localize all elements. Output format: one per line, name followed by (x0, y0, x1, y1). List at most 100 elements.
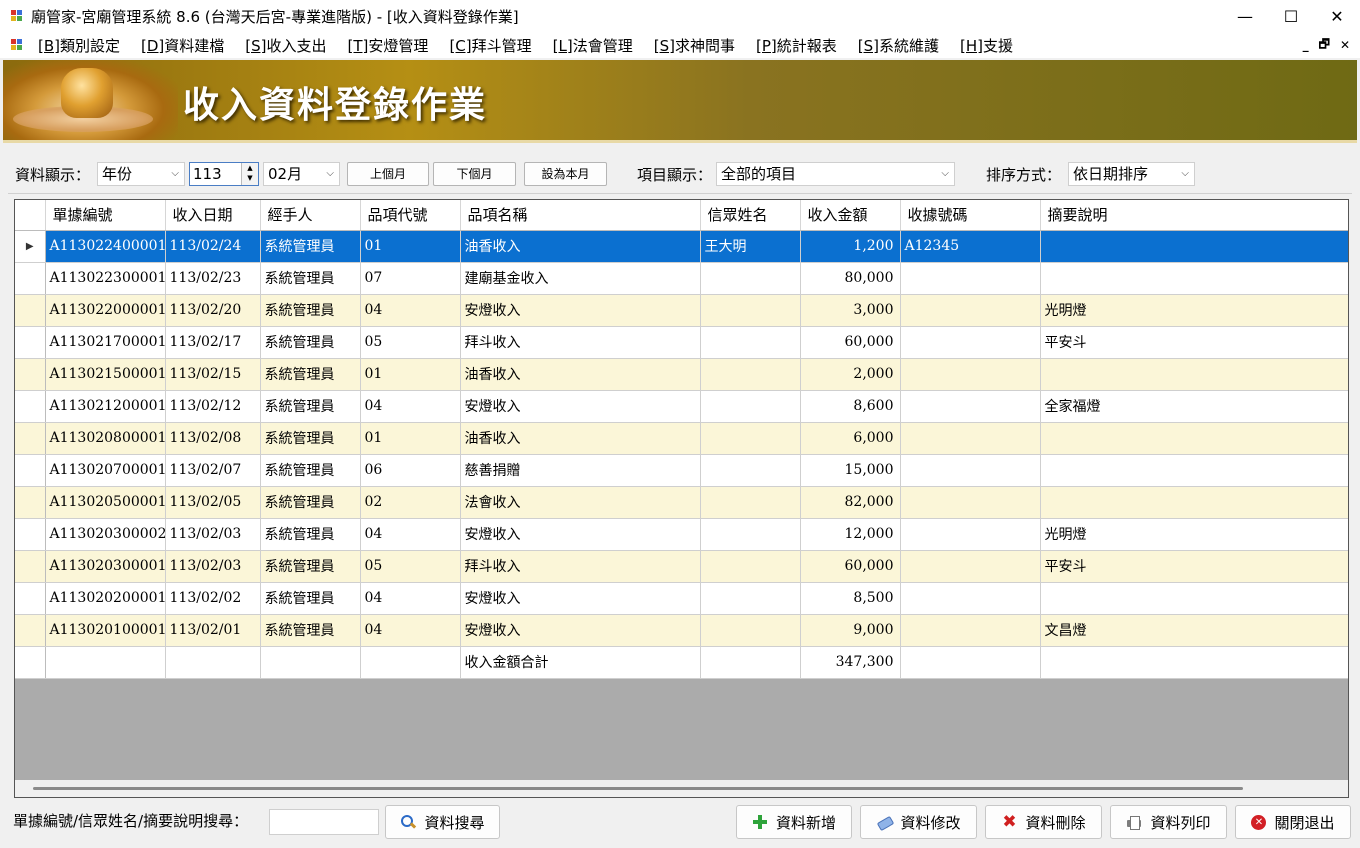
cell-name[interactable]: 油香收入 (460, 358, 701, 391)
row-header[interactable] (15, 390, 46, 423)
close-button[interactable]: ✕ (1314, 0, 1360, 32)
column-header[interactable]: 經手人 (260, 200, 361, 231)
cell-id[interactable]: A113020800001 (45, 422, 166, 455)
cell-date[interactable]: 113/02/05 (165, 486, 261, 519)
cell-receipt[interactable] (900, 454, 1041, 487)
maximize-button[interactable]: ☐ (1268, 0, 1314, 32)
menu-system-maintenance[interactable]: [S]系統維護 (858, 35, 939, 56)
menu-support[interactable]: [H]支援 (960, 35, 1013, 56)
mdi-child-icon[interactable] (11, 39, 23, 51)
next-month-button[interactable]: 下個月 (433, 162, 516, 186)
cell-name[interactable]: 安燈收入 (460, 294, 701, 327)
cell-handler[interactable]: 系統管理員 (260, 518, 361, 551)
cell-handler[interactable]: 系統管理員 (260, 294, 361, 327)
horizontal-scrollbar[interactable] (15, 780, 1348, 797)
column-header[interactable]: 收據號碼 (900, 200, 1041, 231)
cell-donor[interactable]: 王大明 (700, 230, 801, 263)
cell-handler[interactable]: 系統管理員 (260, 358, 361, 391)
menu-divination[interactable]: [S]求神問事 (654, 35, 735, 56)
cell-code[interactable]: 01 (360, 422, 461, 455)
cell-handler[interactable]: 系統管理員 (260, 454, 361, 487)
mdi-minimize-button[interactable]: _ (1303, 38, 1309, 52)
cell-note[interactable]: 光明燈 (1040, 294, 1348, 327)
row-header[interactable] (15, 486, 46, 519)
cell-date[interactable]: 113/02/01 (165, 614, 261, 647)
menu-data-entry[interactable]: [D]資料建檔 (141, 35, 224, 56)
row-header[interactable] (15, 550, 46, 583)
cell-donor[interactable] (700, 614, 801, 647)
cell-code[interactable]: 05 (360, 326, 461, 359)
cell-note[interactable]: 平安斗 (1040, 550, 1348, 583)
mdi-restore-button[interactable]: 🗗 (1319, 35, 1330, 56)
cell-note[interactable]: 文昌燈 (1040, 614, 1348, 647)
current-row-indicator-icon[interactable]: ▶ (15, 230, 46, 263)
table-row[interactable]: A113020300001 113/02/03 系統管理員 05 拜斗收入 60,000 平… (15, 550, 1348, 583)
delete-button[interactable]: ✖ 資料刪除 (985, 805, 1102, 839)
cell-id[interactable]: A113020500001 (45, 486, 166, 519)
cell-handler[interactable]: 系統管理員 (260, 326, 361, 359)
cell-date[interactable]: 113/02/15 (165, 358, 261, 391)
cell-note[interactable] (1040, 486, 1348, 519)
row-header[interactable] (15, 582, 46, 615)
row-header[interactable] (15, 614, 46, 647)
cell-receipt[interactable] (900, 582, 1041, 615)
minimize-button[interactable]: — (1222, 0, 1268, 32)
cell-receipt[interactable] (900, 358, 1041, 391)
cell-code[interactable]: 04 (360, 294, 461, 327)
cell-code[interactable]: 06 (360, 454, 461, 487)
row-header[interactable] (15, 518, 46, 551)
table-row[interactable]: A113020500001 113/02/05 系統管理員 02 法會收入 82,000 (15, 486, 1348, 519)
cell-name[interactable]: 油香收入 (460, 230, 701, 263)
cell-handler[interactable]: 系統管理員 (260, 486, 361, 519)
cell-note[interactable] (1040, 262, 1348, 295)
cell-amount[interactable]: 1,200 (800, 230, 901, 263)
menu-lamp-management[interactable]: [T]安燈管理 (348, 35, 429, 56)
cell-code[interactable]: 04 (360, 614, 461, 647)
cell-date[interactable]: 113/02/12 (165, 390, 261, 423)
cell-date[interactable]: 113/02/17 (165, 326, 261, 359)
row-header[interactable] (15, 422, 46, 455)
cell-amount[interactable]: 2,000 (800, 358, 901, 391)
table-row[interactable]: A113021200001 113/02/12 系統管理員 04 安燈收入 8,600 全家… (15, 390, 1348, 423)
cell-id[interactable]: A113020300001 (45, 550, 166, 583)
cell-id[interactable]: A113022000001 (45, 294, 166, 327)
menu-reports[interactable]: [P]統計報表 (756, 35, 837, 56)
column-header[interactable]: 收入金額 (800, 200, 901, 231)
row-header[interactable] (15, 454, 46, 487)
cell-donor[interactable] (700, 358, 801, 391)
cell-code[interactable]: 04 (360, 518, 461, 551)
item-select[interactable]: 全部的項目 ⌵ (716, 162, 955, 186)
cell-date[interactable]: 113/02/03 (165, 550, 261, 583)
row-header[interactable] (15, 326, 46, 359)
menu-ceremony-management[interactable]: [L]法會管理 (553, 35, 633, 56)
table-row[interactable]: ▶ A113022400001 113/02/24 系統管理員 01 油香收入 王大明 1,2… (15, 230, 1348, 263)
table-row[interactable]: A113020700001 113/02/07 系統管理員 06 慈善捐贈 15,000 (15, 454, 1348, 487)
cell-amount[interactable]: 82,000 (800, 486, 901, 519)
income-data-grid[interactable]: 單據編號 收入日期 經手人 品項代號 品項名稱 信眾姓名 收入金額 收據號碼 摘… (14, 199, 1349, 798)
cell-amount[interactable]: 15,000 (800, 454, 901, 487)
cell-note[interactable]: 平安斗 (1040, 326, 1348, 359)
row-header[interactable] (15, 358, 46, 391)
cell-date[interactable]: 113/02/24 (165, 230, 261, 263)
cell-name[interactable]: 慈善捐贈 (460, 454, 701, 487)
cell-id[interactable]: A113021700001 (45, 326, 166, 359)
cell-receipt[interactable] (900, 486, 1041, 519)
edit-button[interactable]: 資料修改 (860, 805, 977, 839)
table-row[interactable]: A113022300001 113/02/23 系統管理員 07 建廟基金收入 80,00… (15, 262, 1348, 295)
menu-income-expense[interactable]: [S]收入支出 (245, 35, 326, 56)
cell-amount[interactable]: 3,000 (800, 294, 901, 327)
cell-name[interactable]: 安燈收入 (460, 518, 701, 551)
cell-donor[interactable] (700, 518, 801, 551)
exit-button[interactable]: ✕ 關閉退出 (1235, 805, 1351, 839)
cell-donor[interactable] (700, 294, 801, 327)
row-header[interactable] (15, 262, 46, 295)
cell-donor[interactable] (700, 422, 801, 455)
cell-amount[interactable]: 60,000 (800, 326, 901, 359)
cell-name[interactable]: 安燈收入 (460, 390, 701, 423)
spinner-arrows-icon[interactable]: ▲ ▼ (241, 163, 258, 185)
add-button[interactable]: 資料新增 (736, 805, 852, 839)
cell-name[interactable]: 油香收入 (460, 422, 701, 455)
table-row[interactable]: A113022000001 113/02/20 系統管理員 04 安燈收入 3,000 光明… (15, 294, 1348, 327)
cell-name[interactable]: 安燈收入 (460, 582, 701, 615)
cell-note[interactable] (1040, 358, 1348, 391)
